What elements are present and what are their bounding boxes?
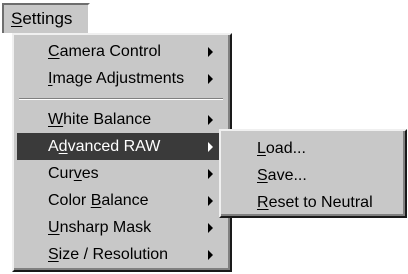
submenu-item-reset-to-neutral[interactable]: Reset to Neutral bbox=[224, 189, 400, 216]
menu-item-label: Color Balance bbox=[48, 191, 149, 209]
menu-item-curves[interactable]: Curves bbox=[17, 160, 225, 187]
submenu-arrow-icon bbox=[208, 46, 213, 57]
menu-item-label: Unsharp Mask bbox=[48, 218, 152, 236]
menu-separator bbox=[19, 98, 223, 100]
submenu-arrow-icon bbox=[208, 249, 213, 260]
submenu-arrow-icon bbox=[208, 141, 213, 152]
menu-item-label: White Balance bbox=[48, 110, 152, 128]
submenu-arrow-icon bbox=[208, 195, 213, 206]
menu-item-label: Load... bbox=[257, 139, 306, 157]
menu-settings[interactable]: Settings bbox=[2, 3, 90, 33]
menu-item-label: Image Adjustments bbox=[48, 69, 185, 87]
menu-item-camera-control[interactable]: Camera Control bbox=[17, 38, 225, 65]
menu-item-label: Curves bbox=[48, 164, 99, 182]
submenu-arrow-icon bbox=[208, 168, 213, 179]
submenu-arrow-icon bbox=[208, 114, 213, 125]
submenu-arrow-icon bbox=[208, 73, 213, 84]
menu-settings-label: Settings bbox=[11, 9, 73, 28]
menu-item-advanced-raw[interactable]: Advanced RAW bbox=[17, 133, 225, 160]
menu-item-white-balance[interactable]: White Balance bbox=[17, 106, 225, 133]
menu-item-size-resolution[interactable]: Size / Resolution bbox=[17, 241, 225, 268]
settings-menu: Camera Control Image Adjustments White B… bbox=[12, 33, 232, 272]
menu-item-label: Reset to Neutral bbox=[257, 193, 373, 211]
menu-item-color-balance[interactable]: Color Balance bbox=[17, 187, 225, 214]
menu-item-unsharp-mask[interactable]: Unsharp Mask bbox=[17, 214, 225, 241]
menu-item-label: Camera Control bbox=[48, 42, 161, 60]
menu-item-label: Advanced RAW bbox=[48, 137, 161, 155]
submenu-arrow-icon bbox=[208, 222, 213, 233]
submenu-item-load[interactable]: Load... bbox=[224, 135, 400, 162]
submenu-item-save[interactable]: Save... bbox=[224, 162, 400, 189]
menu-item-image-adjustments[interactable]: Image Adjustments bbox=[17, 65, 225, 92]
menu-item-label: Size / Resolution bbox=[48, 245, 169, 263]
advanced-raw-submenu: Load... Save... Reset to Neutral bbox=[219, 129, 407, 218]
menu-item-label: Save... bbox=[257, 166, 307, 184]
